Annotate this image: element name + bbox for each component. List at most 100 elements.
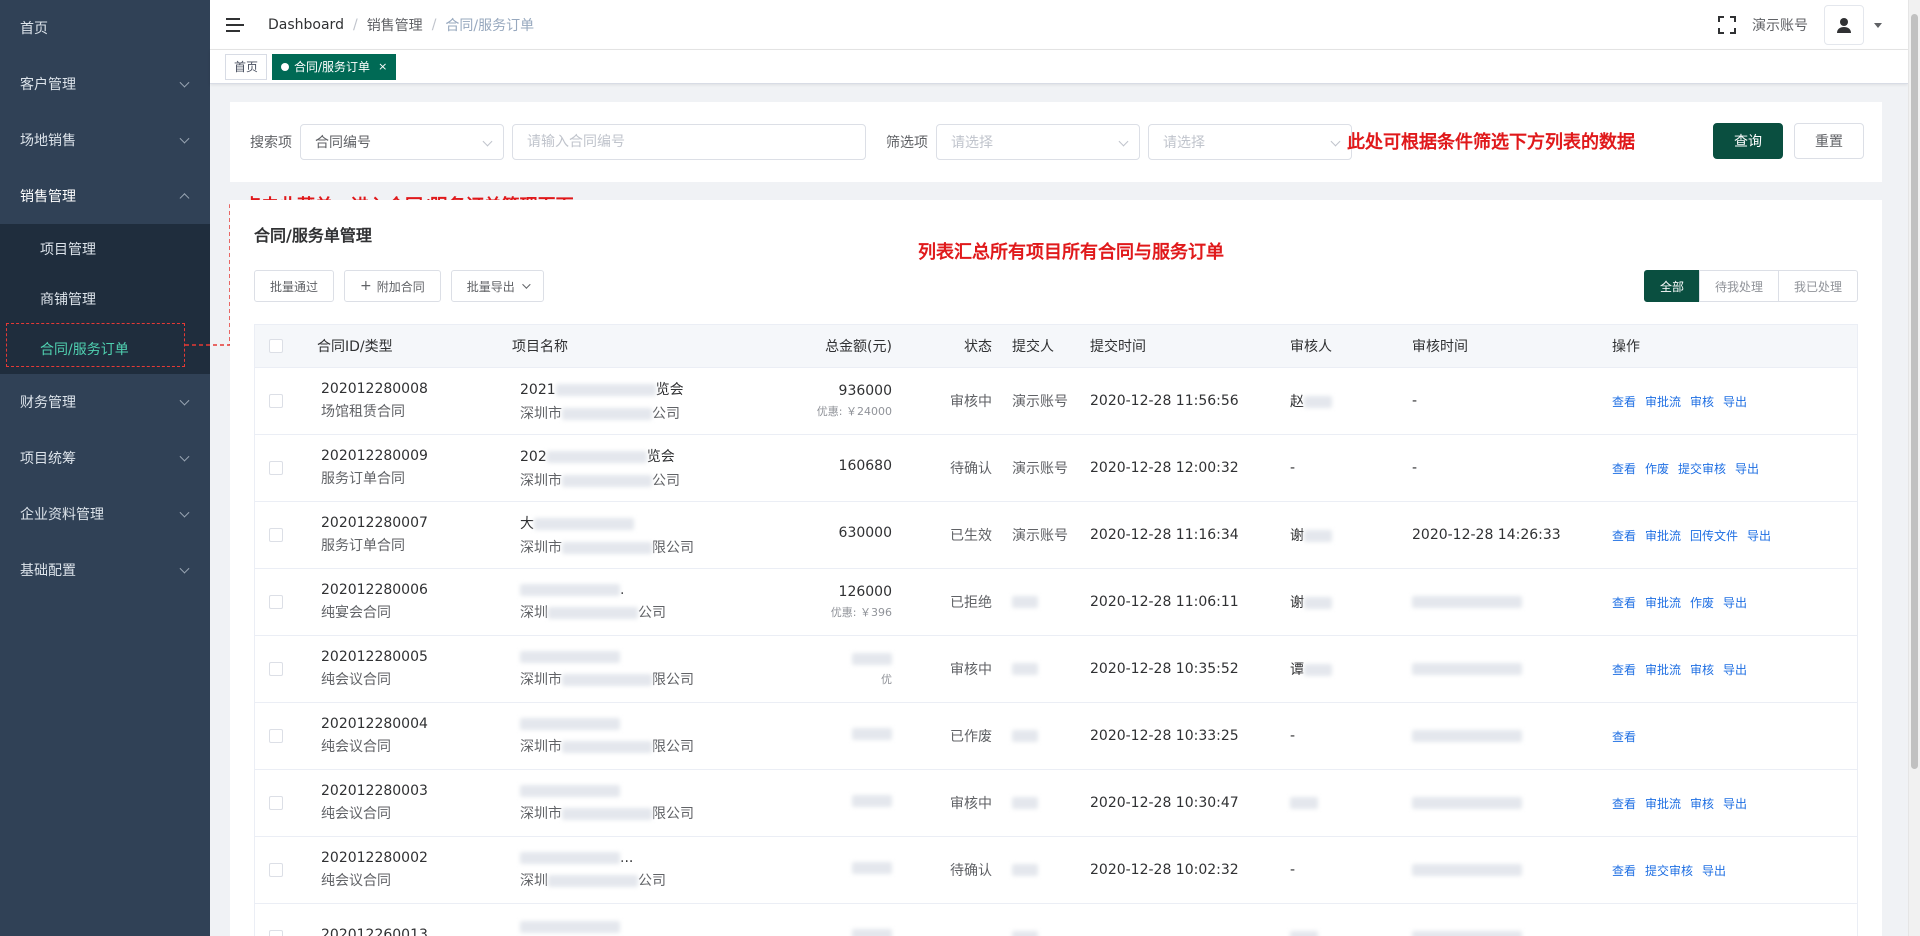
avatar[interactable] (1824, 5, 1864, 45)
button-label: 批量通过 (270, 279, 319, 294)
row-action-link[interactable]: 审批流 (1645, 797, 1681, 811)
redacted-text (1012, 931, 1038, 936)
caret-down-icon[interactable] (1874, 22, 1882, 28)
tag-label: 首页 (234, 59, 259, 74)
tab-processed-me[interactable]: 我已处理 (1777, 270, 1858, 302)
row-action-link[interactable]: 审批流 (1645, 663, 1681, 677)
redacted-text (546, 451, 647, 463)
redacted-text (562, 475, 652, 487)
menu-toggle-icon[interactable] (226, 17, 244, 32)
fullscreen-icon[interactable] (1718, 16, 1736, 34)
table-row[interactable]: 202012280008 场馆租赁合同 2021 览会 深圳市 公司 936000 优惠… (255, 368, 1857, 435)
submit-time: 2020-12-28 10:30:47 (1090, 795, 1239, 811)
row-action-link[interactable]: 作废 (1690, 596, 1714, 610)
redacted-text (1012, 864, 1038, 876)
row-checkbox[interactable] (269, 863, 283, 877)
redacted-text (562, 674, 652, 686)
sidebar-item-customers[interactable]: 客户管理 (0, 56, 210, 112)
project-name: 2021 (520, 382, 556, 398)
sidebar-item-finance[interactable]: 财务管理 (0, 374, 210, 430)
table-row[interactable]: 202012280007 服务订单合同 大 深圳市 限公司 630000 已生效 演… (255, 502, 1857, 569)
tag-home[interactable]: 首页 (225, 53, 268, 80)
tab-all[interactable]: 全部 (1643, 270, 1700, 302)
table-row[interactable]: 202012260013 (255, 904, 1857, 936)
row-checkbox[interactable] (269, 796, 283, 810)
search-input[interactable] (512, 124, 866, 160)
row-action-link[interactable]: 审批流 (1645, 529, 1681, 543)
row-action-link[interactable]: 导出 (1723, 596, 1747, 610)
breadcrumb-item[interactable]: 销售管理 (367, 15, 423, 35)
row-action-link[interactable]: 查看 (1612, 663, 1636, 677)
row-action-link[interactable]: 查看 (1612, 864, 1636, 878)
table-row[interactable]: 202012280005 纯会议合同 深圳市 限公司 优 审核中 2020-12-2… (255, 636, 1857, 703)
redacted-text (1012, 596, 1038, 608)
sidebar-item-sales[interactable]: 销售管理 (0, 168, 210, 224)
sidebar-item-planning[interactable]: 项目统筹 (0, 430, 210, 486)
row-checkbox[interactable] (269, 662, 283, 676)
tag-contracts[interactable]: 合同/服务订单 × (272, 53, 397, 80)
total-amount: 126000 (838, 584, 892, 600)
sidebar-item-venue-sales[interactable]: 场地销售 (0, 112, 210, 168)
sidebar-item-company-info[interactable]: 企业资料管理 (0, 486, 210, 542)
company-name: 深圳市 (520, 739, 562, 755)
row-action-link[interactable]: 提交审核 (1645, 864, 1693, 878)
add-contract-button[interactable]: + 附加合同 (344, 270, 441, 302)
row-action-link[interactable]: 导出 (1735, 462, 1759, 476)
row-action-link[interactable]: 提交审核 (1678, 462, 1726, 476)
table-row[interactable]: 202012280006 纯宴会合同 . 深圳 公司 126000 优惠: ￥396 … (255, 569, 1857, 636)
table-row[interactable]: 202012280004 纯会议合同 深圳市 限公司 已作废 2020-12-28 … (255, 703, 1857, 770)
row-action-link[interactable]: 查看 (1612, 529, 1636, 543)
row-action-link[interactable]: 导出 (1723, 797, 1747, 811)
row-checkbox[interactable] (269, 394, 283, 408)
select-all-checkbox[interactable] (269, 339, 283, 353)
row-action-link[interactable]: 审批流 (1645, 395, 1681, 409)
filter-select-2[interactable]: 请选择 (1148, 124, 1352, 160)
row-action-link[interactable]: 导出 (1723, 395, 1747, 409)
batch-pass-button[interactable]: 批量通过 (254, 270, 335, 302)
row-action-link[interactable]: 审核 (1690, 663, 1714, 677)
row-action-link[interactable]: 作废 (1645, 462, 1669, 476)
query-button[interactable]: 查询 (1713, 123, 1783, 159)
batch-export-button[interactable]: 批量导出 (450, 270, 544, 302)
redacted-text (1412, 663, 1522, 675)
sidebar-item-home[interactable]: 首页 (0, 0, 210, 56)
row-action-link[interactable]: 查看 (1612, 730, 1636, 744)
row-checkbox[interactable] (269, 528, 283, 542)
page-scrollbar[interactable] (1908, 0, 1920, 936)
row-action-link[interactable]: 审核 (1690, 395, 1714, 409)
sidebar-item-basic-config[interactable]: 基础配置 (0, 542, 210, 598)
sidebar-item-label: 企业资料管理 (20, 507, 104, 523)
search-field-select[interactable]: 合同编号 (300, 124, 504, 160)
table-row[interactable]: 202012280009 服务订单合同 202 览会 深圳市 公司 160680 待确… (255, 435, 1857, 502)
row-action-link[interactable]: 查看 (1612, 395, 1636, 409)
row-action-link[interactable]: 查看 (1612, 797, 1636, 811)
redacted-text (534, 518, 634, 530)
row-action-link[interactable]: 导出 (1702, 864, 1726, 878)
row-action-link[interactable]: 查看 (1612, 596, 1636, 610)
table-row[interactable]: 202012280003 纯会议合同 深圳市 限公司 审核中 2020-12-28 … (255, 770, 1857, 837)
row-action-link[interactable]: 导出 (1723, 663, 1747, 677)
company-name: 深圳市 (520, 806, 562, 822)
table-row[interactable]: 202012280002 纯会议合同 ... 深圳 公司 待确认 2020-12-2… (255, 837, 1857, 904)
total-amount: 630000 (838, 525, 892, 541)
row-action-link[interactable]: 导出 (1747, 529, 1771, 543)
row-checkbox[interactable] (269, 461, 283, 475)
filter-select-1[interactable]: 请选择 (936, 124, 1140, 160)
sidebar-item-label: 项目统筹 (20, 451, 76, 467)
row-action-link[interactable]: 回传文件 (1690, 529, 1738, 543)
row-action-link[interactable]: 审批流 (1645, 596, 1681, 610)
row-action-link[interactable]: 审核 (1690, 797, 1714, 811)
breadcrumb-item[interactable]: Dashboard (268, 17, 344, 33)
row-checkbox[interactable] (269, 595, 283, 609)
sidebar-item-projects[interactable]: 项目管理 (0, 224, 210, 274)
sidebar-item-shops[interactable]: 商铺管理 (0, 274, 210, 324)
status-badge: 已拒绝 (950, 595, 992, 611)
close-icon[interactable]: × (378, 55, 387, 79)
row-action-link[interactable]: 查看 (1612, 462, 1636, 476)
tab-pending-me[interactable]: 待我处理 (1698, 270, 1779, 302)
scrollbar-thumb[interactable] (1911, 14, 1918, 769)
row-checkbox[interactable] (269, 930, 283, 936)
row-checkbox[interactable] (269, 729, 283, 743)
reset-button[interactable]: 重置 (1794, 123, 1864, 159)
account-name[interactable]: 演示账号 (1752, 15, 1808, 35)
